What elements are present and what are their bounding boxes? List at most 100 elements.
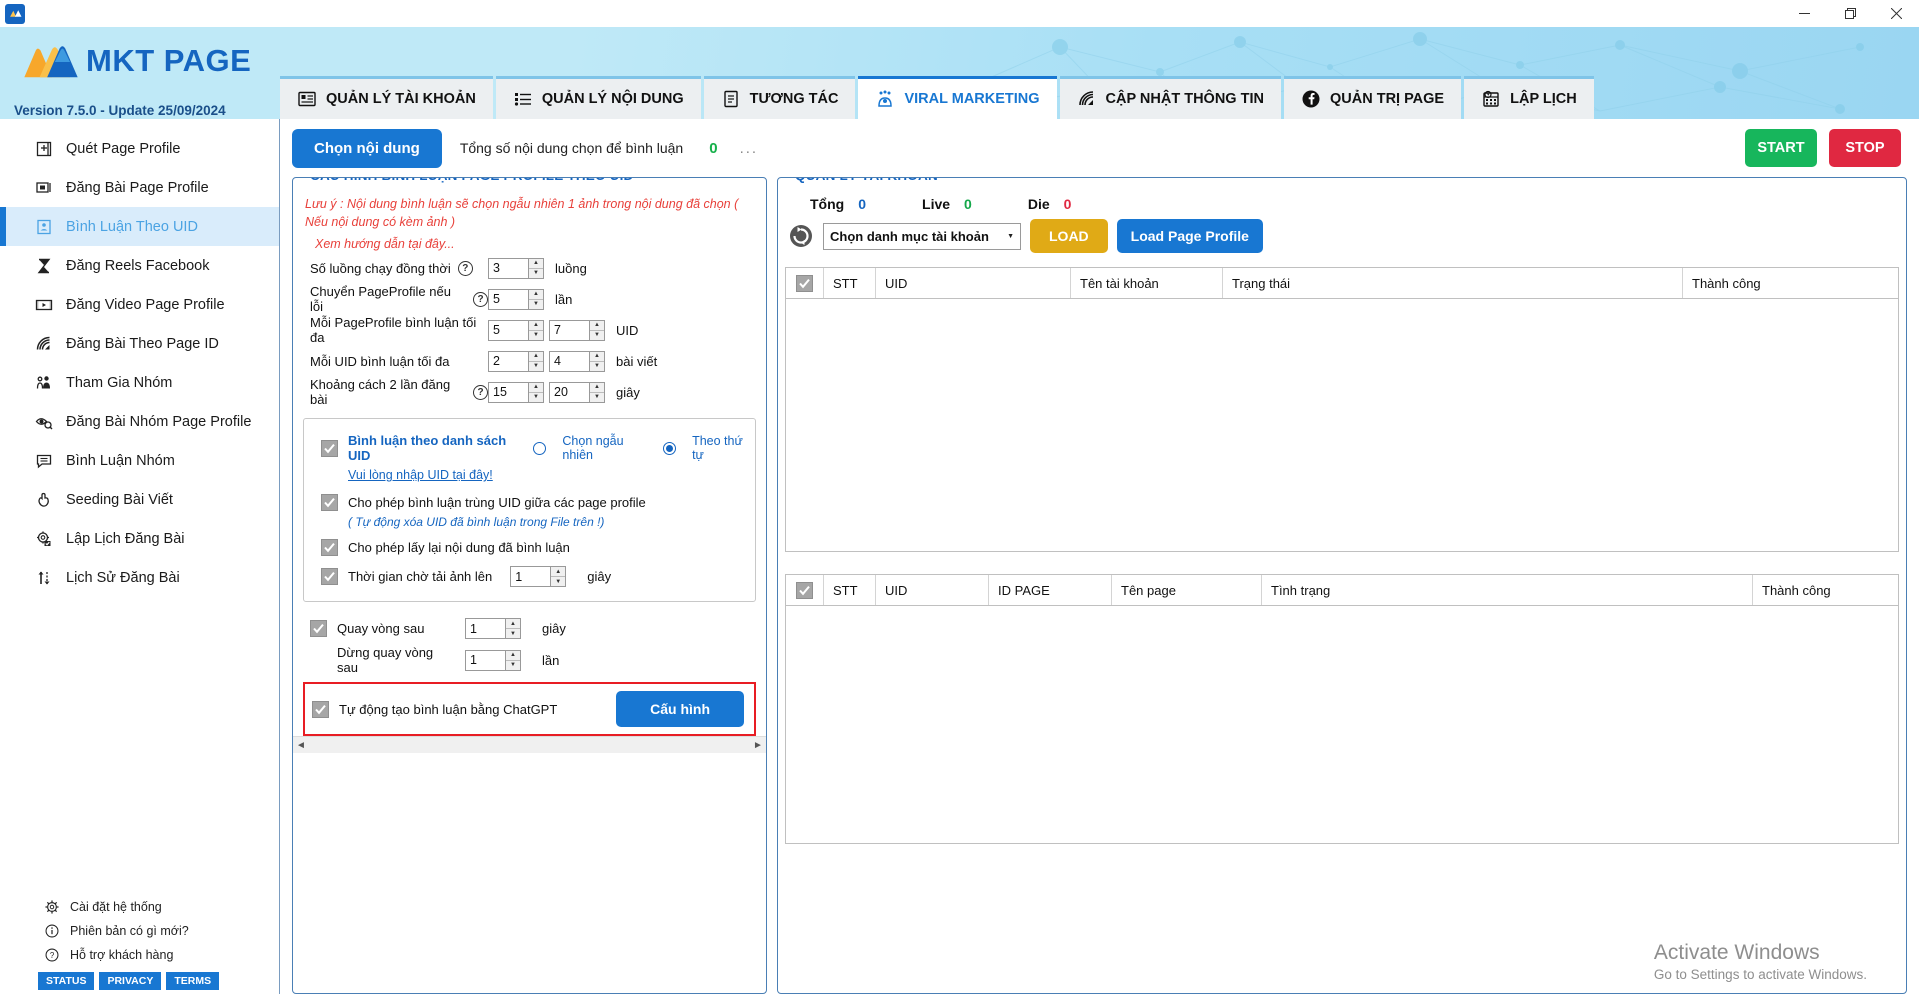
loop-after-input[interactable] [466, 619, 505, 639]
pageprofile-min-stepper[interactable]: ▲▼ [488, 319, 544, 341]
uid-min-stepper[interactable]: ▲▼ [488, 350, 544, 372]
order-radio-label[interactable]: Theo thứ tự [692, 434, 755, 462]
tab-lap-lich[interactable]: LẬP LỊCH [1464, 76, 1594, 119]
stop-loop-input[interactable] [466, 650, 505, 670]
tab-quan-ly-noi-dung[interactable]: QUẢN LÝ NỘI DUNG [495, 76, 701, 119]
stepper-up[interactable]: ▲ [506, 650, 520, 661]
uid-max-input[interactable] [550, 351, 589, 371]
chatgpt-config-button[interactable]: Cấu hình [616, 691, 744, 728]
stepper-down[interactable]: ▼ [590, 392, 604, 402]
stepper-up[interactable]: ▲ [529, 258, 543, 269]
scroll-right-arrow[interactable]: ► [750, 740, 766, 751]
tab-viral-marketing[interactable]: VIRAL MARKETING [858, 76, 1057, 119]
random-radio[interactable] [533, 441, 547, 455]
sidebar-item-dang-bai-page-profile[interactable]: Đăng Bài Page Profile [0, 168, 279, 207]
status-pill[interactable]: STATUS [38, 972, 95, 990]
wait-upload-input[interactable] [511, 567, 551, 587]
loop-after-checkbox[interactable] [310, 620, 327, 638]
pageprofile-min-input[interactable] [489, 320, 528, 340]
sidebar-item-quet-page-profile[interactable]: Quét Page Profile [0, 129, 279, 168]
uid-max-stepper[interactable]: ▲▼ [549, 350, 605, 372]
help-icon[interactable]: ? [457, 260, 473, 276]
select-all-checkbox[interactable] [796, 274, 813, 292]
help-icon[interactable]: ? [473, 291, 488, 307]
stepper-up[interactable]: ▲ [590, 351, 604, 362]
stepper-up[interactable]: ▲ [529, 320, 543, 331]
stepper-down[interactable]: ▼ [529, 392, 543, 402]
threads-input[interactable] [489, 258, 528, 278]
sidebar-item-seeding-bai-viet[interactable]: Seeding Bài Viết [0, 480, 279, 519]
stepper-up[interactable]: ▲ [590, 382, 604, 393]
more-options-button[interactable]: ... [740, 140, 759, 157]
maximize-button[interactable] [1827, 0, 1873, 27]
tab-tuong-tac[interactable]: TƯƠNG TÁC [703, 76, 856, 119]
start-button[interactable]: START [1745, 129, 1817, 167]
dup-uid-checkbox[interactable] [321, 494, 338, 512]
delay-min-input[interactable] [489, 382, 528, 402]
stepper-down[interactable]: ▼ [529, 299, 543, 309]
stop-button[interactable]: STOP [1829, 129, 1901, 167]
stepper-up[interactable]: ▲ [590, 320, 604, 331]
sidebar-item-dang-bai-theo-page-id[interactable]: Đăng Bài Theo Page ID [0, 324, 279, 363]
sidebar-item-tham-gia-nhom[interactable]: Tham Gia Nhóm [0, 363, 279, 402]
sidebar-item-dang-reels-facebook[interactable]: Đăng Reels Facebook [0, 246, 279, 285]
stepper-down[interactable]: ▼ [590, 361, 604, 371]
scroll-track[interactable] [309, 738, 750, 752]
stepper-up[interactable]: ▲ [506, 619, 520, 630]
config-horizontal-scrollbar[interactable]: ◄ ► [293, 736, 766, 754]
tab-cap-nhat-thong-tin[interactable]: CẬP NHẬT THÔNG TIN [1059, 76, 1281, 119]
wait-upload-checkbox[interactable] [321, 568, 338, 586]
reuse-checkbox[interactable] [321, 539, 338, 557]
stepper-down[interactable]: ▼ [506, 629, 520, 639]
stepper-down[interactable]: ▼ [551, 577, 566, 587]
uid-list-checkbox[interactable] [321, 439, 338, 457]
tab-quan-tri-page[interactable]: QUẢN TRỊ PAGE [1283, 76, 1462, 119]
stepper-down[interactable]: ▼ [529, 330, 543, 340]
help-icon[interactable]: ? [473, 384, 488, 400]
minimize-button[interactable] [1781, 0, 1827, 27]
refresh-icon[interactable] [788, 223, 814, 249]
stepper-down[interactable]: ▼ [529, 268, 543, 278]
pageprofile-max-stepper[interactable]: ▲▼ [549, 319, 605, 341]
scroll-left-arrow[interactable]: ◄ [293, 740, 309, 751]
stepper-down[interactable]: ▼ [590, 330, 604, 340]
close-button[interactable] [1873, 0, 1919, 27]
error-retry-stepper[interactable]: ▲▼ [488, 288, 544, 310]
sidebar-item-dang-bai-nhom-page-profile[interactable]: Đăng Bài Nhóm Page Profile [0, 402, 279, 441]
sidebar-item-lap-lich-dang-bai[interactable]: Lập Lịch Đăng Bài [0, 519, 279, 558]
load-page-profile-button[interactable]: Load Page Profile [1116, 219, 1263, 253]
delay-min-stepper[interactable]: ▲▼ [488, 381, 544, 403]
uid-min-input[interactable] [489, 351, 528, 371]
error-retry-input[interactable] [489, 289, 528, 309]
stepper-up[interactable]: ▲ [529, 289, 543, 300]
sidebar-item-lich-su-dang-bai[interactable]: Lịch Sử Đăng Bài [0, 558, 279, 597]
stepper-down[interactable]: ▼ [529, 361, 543, 371]
guide-link[interactable]: Xem hướng dẫn tại đây... [293, 231, 766, 251]
stepper-up[interactable]: ▲ [529, 382, 543, 393]
sidebar-item-ho-tro-khach-hang[interactable]: ? Hỗ trợ khách hàng [0, 943, 279, 967]
sidebar-item-dang-video-page-profile[interactable]: Đăng Video Page Profile [0, 285, 279, 324]
stop-loop-stepper[interactable]: ▲▼ [465, 649, 521, 671]
delay-max-stepper[interactable]: ▲▼ [549, 381, 605, 403]
chatgpt-checkbox[interactable] [312, 700, 329, 718]
delay-max-input[interactable] [550, 382, 589, 402]
load-button[interactable]: LOAD [1030, 219, 1108, 253]
pageprofile-max-input[interactable] [550, 320, 589, 340]
wait-upload-stepper[interactable]: ▲▼ [510, 566, 567, 588]
tab-quan-ly-tai-khoan[interactable]: QUẢN LÝ TÀI KHOẢN [280, 76, 493, 119]
stepper-up[interactable]: ▲ [529, 351, 543, 362]
threads-stepper[interactable]: ▲▼ [488, 257, 544, 279]
loop-after-stepper[interactable]: ▲▼ [465, 618, 521, 640]
sidebar-item-cai-dat-he-thong[interactable]: Cài đặt hệ thống [0, 895, 279, 919]
select-all-checkbox-2[interactable] [796, 581, 813, 599]
privacy-pill[interactable]: PRIVACY [99, 972, 162, 990]
terms-pill[interactable]: TERMS [166, 972, 220, 990]
uid-input-link[interactable]: Vui lòng nhập UID tại đây! [348, 468, 493, 482]
random-radio-label[interactable]: Chọn ngẫu nhiên [562, 434, 653, 462]
order-radio[interactable] [663, 441, 677, 455]
sidebar-item-binh-luan-nhom[interactable]: Bình Luận Nhóm [0, 441, 279, 480]
account-category-select[interactable]: Chọn danh mục tài khoản ▼ [823, 222, 1021, 250]
stepper-up[interactable]: ▲ [551, 567, 566, 578]
stepper-down[interactable]: ▼ [506, 660, 520, 670]
sidebar-item-binh-luan-theo-uid[interactable]: Bình Luận Theo UID [0, 207, 279, 246]
